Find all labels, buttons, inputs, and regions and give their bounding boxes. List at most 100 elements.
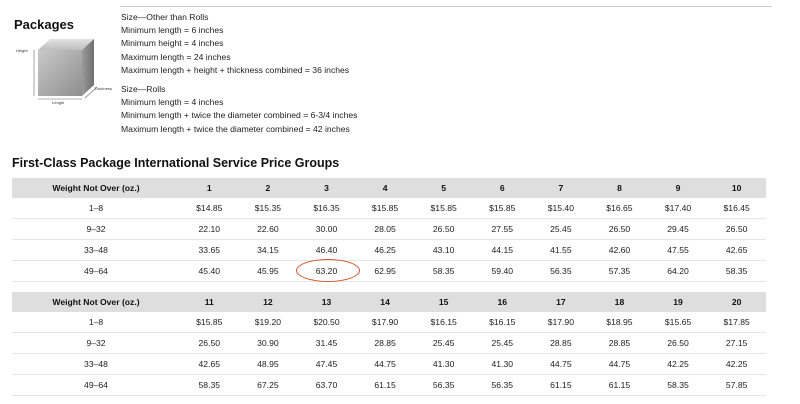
table-row: 9–32 26.50 30.90 31.45 28.85 25.45 25.45… [12, 332, 766, 354]
price-cell: 45.95 [238, 260, 298, 282]
table-row: 49–64 58.35 67.25 63.70 61.15 56.35 56.3… [12, 374, 766, 396]
price-cell: $17.90 [531, 312, 591, 333]
column-header: 1 [180, 178, 239, 198]
price-cell: 28.85 [590, 332, 649, 354]
height-label: Height [16, 48, 28, 53]
price-cell: 28.85 [355, 332, 415, 354]
price-cell: 26.50 [180, 332, 239, 354]
price-cell: 30.00 [297, 218, 356, 240]
table-row: 1–8 $15.85 $19.20 $20.50 $17.90 $16.15 $… [12, 312, 766, 333]
price-cell: 58.35 [180, 374, 239, 396]
thickness-label: Thickness [94, 86, 113, 91]
spec-line: Size—Other than Rolls [121, 12, 209, 22]
size-other-than-rolls: Size—Other than Rolls Minimum length = 6… [121, 11, 349, 77]
column-header: 9 [648, 178, 708, 198]
price-cell: $16.15 [472, 312, 532, 333]
highlight-circle [296, 259, 360, 282]
price-cell: $15.35 [238, 198, 298, 219]
price-cell: 29.45 [648, 218, 708, 240]
price-cell: 31.45 [297, 332, 356, 354]
column-header: 17 [531, 292, 591, 312]
price-table-groups-1-10: Weight Not Over (oz.) 1 2 3 4 5 6 7 8 9 … [12, 178, 766, 282]
price-cell: $17.85 [707, 312, 766, 333]
price-cell: $14.85 [180, 198, 239, 219]
price-cell: 41.55 [531, 239, 591, 261]
spec-line: Maximum length + twice the diameter comb… [121, 123, 350, 134]
price-cell: 26.50 [590, 218, 649, 240]
price-cell: 56.35 [414, 374, 473, 396]
price-cell: 26.50 [414, 218, 473, 240]
price-cell: 57.85 [707, 374, 766, 396]
length-label: Length [52, 100, 65, 105]
price-cell: $17.40 [648, 198, 708, 219]
price-cell: 26.50 [648, 332, 708, 354]
price-cell: $16.65 [590, 198, 649, 219]
column-header: 14 [355, 292, 415, 312]
price-cell: 27.15 [707, 332, 766, 354]
table-row: 1–8 $14.85 $15.35 $16.35 $15.85 $15.85 $… [12, 198, 766, 219]
column-header: 3 [297, 178, 356, 198]
weight-range-cell: 33–48 [12, 239, 180, 261]
table-row: 33–48 42.65 48.95 47.45 44.75 41.30 41.3… [12, 353, 766, 375]
price-cell: 57.35 [590, 260, 649, 282]
price-cell: 30.90 [238, 332, 298, 354]
price-cell: $15.65 [648, 312, 708, 333]
price-cell: 33.65 [180, 239, 239, 261]
price-cell: 44.75 [355, 353, 415, 375]
weight-range-cell: 49–64 [12, 374, 180, 396]
price-cell: 45.40 [180, 260, 239, 282]
price-cell: 59.40 [472, 260, 532, 282]
price-cell: 58.35 [414, 260, 473, 282]
package-dimension-diagram: Height Thickness Length [14, 36, 124, 110]
price-cell: $15.85 [180, 312, 239, 333]
price-cell: 67.25 [238, 374, 298, 396]
weight-range-cell: 33–48 [12, 353, 180, 375]
spec-line: Minimum length = 4 inches [121, 97, 224, 108]
packages-title: Packages [14, 17, 74, 32]
price-cell: $17.90 [355, 312, 415, 333]
price-cell: $19.20 [238, 312, 298, 333]
price-cell: 56.35 [531, 260, 591, 282]
spec-line: Minimum length + twice the diameter comb… [121, 110, 358, 121]
price-cell: 58.35 [707, 260, 766, 282]
price-cell: 42.25 [707, 353, 766, 375]
spec-line: Size—Rolls [121, 84, 166, 94]
price-cell: 44.75 [531, 353, 591, 375]
price-cell: 25.45 [414, 332, 473, 354]
price-cell: $16.15 [414, 312, 473, 333]
weight-range-cell: 1–8 [12, 198, 180, 219]
price-cell: 47.55 [648, 239, 708, 261]
price-cell: 47.45 [297, 353, 356, 375]
price-cell: 25.45 [472, 332, 532, 354]
price-cell: 64.20 [648, 260, 708, 282]
column-header: 8 [590, 178, 649, 198]
column-header: 2 [238, 178, 298, 198]
price-cell: 56.35 [472, 374, 532, 396]
price-cell: 46.25 [355, 239, 415, 261]
weight-range-cell: 9–32 [12, 332, 180, 354]
package-box-illustration [33, 39, 98, 100]
price-cell: 44.75 [590, 353, 649, 375]
price-cell: 43.10 [414, 239, 473, 261]
price-table-groups-11-20: Weight Not Over (oz.) 11 12 13 14 15 16 … [12, 292, 766, 396]
spec-line: Maximum length + height + thickness comb… [121, 64, 350, 75]
table-row: 9–32 22.10 22.60 30.00 28.05 26.50 27.55… [12, 218, 766, 240]
price-cell: 41.30 [414, 353, 473, 375]
price-cell: 22.60 [238, 218, 298, 240]
spec-line: Maximum length = 24 inches [121, 51, 231, 62]
column-header: Weight Not Over (oz.) [12, 292, 180, 312]
table-header-row: Weight Not Over (oz.) 1 2 3 4 5 6 7 8 9 … [12, 178, 766, 198]
price-cell: 48.95 [238, 353, 298, 375]
table-header-row: Weight Not Over (oz.) 11 12 13 14 15 16 … [12, 292, 766, 312]
price-groups-title: First-Class Package International Servic… [12, 156, 340, 170]
weight-range-cell: 1–8 [12, 312, 180, 333]
column-header: 7 [531, 178, 591, 198]
price-cell: 46.40 [297, 239, 356, 261]
price-cell: 62.95 [355, 260, 415, 282]
price-cell: 28.05 [355, 218, 415, 240]
price-cell: 42.60 [590, 239, 649, 261]
price-cell: $16.35 [297, 198, 356, 219]
price-cell: 42.25 [648, 353, 708, 375]
price-cell: 44.15 [472, 239, 532, 261]
column-header: 4 [355, 178, 415, 198]
